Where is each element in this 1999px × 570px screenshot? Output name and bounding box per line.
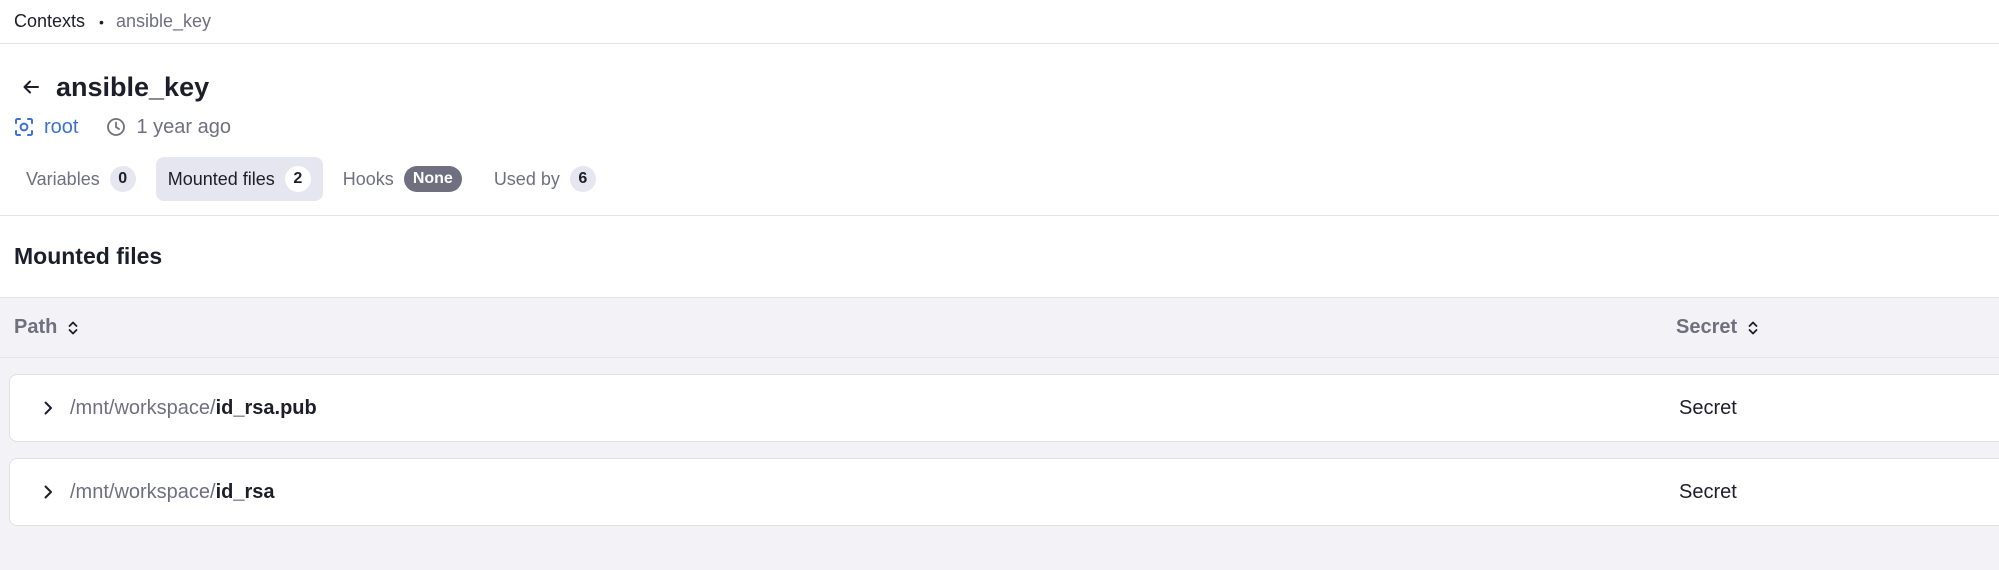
path-prefix: /mnt/workspace/ bbox=[70, 480, 216, 503]
meta-row: root 1 year ago bbox=[14, 110, 1999, 144]
updated-text: 1 year ago bbox=[136, 115, 231, 138]
clock-icon bbox=[107, 118, 126, 136]
title-row: ansible_key bbox=[14, 68, 1999, 106]
table-row[interactable]: /mnt/workspace/id_rsa Secret bbox=[9, 458, 1999, 526]
secret-value: Secret bbox=[1679, 480, 1737, 503]
updated-time: 1 year ago bbox=[106, 116, 231, 139]
space-name: root bbox=[44, 115, 79, 138]
arrow-left-icon bbox=[23, 80, 39, 94]
secret-value: Secret bbox=[1679, 396, 1737, 419]
breadcrumb-separator: • bbox=[99, 13, 104, 30]
table-header: Path Secret bbox=[0, 298, 1999, 358]
file-name: id_rsa.pub bbox=[215, 396, 317, 419]
back-button[interactable] bbox=[16, 72, 46, 102]
column-header-secret[interactable]: Secret bbox=[1676, 316, 1759, 339]
tab-label: Hooks bbox=[342, 168, 394, 189]
section-header: Mounted files bbox=[0, 216, 1999, 298]
section-title: Mounted files bbox=[14, 243, 163, 269]
tab-label: Mounted files bbox=[167, 168, 275, 189]
tab-used-by[interactable]: Used by 6 bbox=[482, 157, 608, 201]
sort-icon bbox=[67, 320, 79, 336]
chevron-right-icon bbox=[44, 401, 52, 415]
breadcrumb-current: ansible_key bbox=[115, 11, 212, 31]
breadcrumb: Contexts • ansible_key bbox=[0, 0, 1999, 44]
column-label: Secret bbox=[1676, 316, 1738, 338]
sort-icon bbox=[1747, 320, 1759, 336]
count-badge: 2 bbox=[284, 166, 311, 192]
chevron-right-icon bbox=[44, 485, 52, 499]
file-name: id_rsa bbox=[215, 480, 275, 503]
count-badge: 0 bbox=[109, 166, 136, 192]
column-label: Path bbox=[14, 316, 58, 338]
page-top: Contexts • ansible_key ansible_key root bbox=[0, 0, 1999, 298]
file-path: /mnt/workspace/id_rsa.pub bbox=[70, 397, 317, 420]
tab-bar: Variables 0 Mounted files 2 Hooks None U… bbox=[14, 156, 1999, 202]
table-row[interactable]: /mnt/workspace/id_rsa.pub Secret bbox=[9, 374, 1999, 442]
breadcrumb-contexts-link[interactable]: Contexts bbox=[14, 11, 85, 32]
expand-row-button[interactable] bbox=[34, 478, 62, 506]
tab-label: Variables bbox=[26, 168, 100, 189]
file-path: /mnt/workspace/id_rsa bbox=[70, 481, 275, 504]
status-badge: None bbox=[403, 166, 462, 192]
space-link[interactable]: root bbox=[14, 116, 78, 139]
tab-hooks[interactable]: Hooks None bbox=[331, 157, 474, 201]
space-icon bbox=[15, 118, 33, 136]
path-prefix: /mnt/workspace/ bbox=[70, 396, 216, 419]
expand-row-button[interactable] bbox=[34, 394, 62, 422]
tab-mounted-files[interactable]: Mounted files 2 bbox=[155, 157, 323, 201]
page-title: ansible_key bbox=[56, 71, 210, 102]
tab-label: Used by bbox=[493, 168, 560, 189]
page-header: ansible_key root 1 year ago Variables 0 … bbox=[0, 44, 1999, 216]
count-badge: 6 bbox=[569, 166, 596, 192]
tab-variables[interactable]: Variables 0 bbox=[14, 157, 148, 201]
table-body: /mnt/workspace/id_rsa.pub Secret /mnt/wo… bbox=[0, 358, 1999, 526]
column-header-path[interactable]: Path bbox=[14, 316, 79, 339]
